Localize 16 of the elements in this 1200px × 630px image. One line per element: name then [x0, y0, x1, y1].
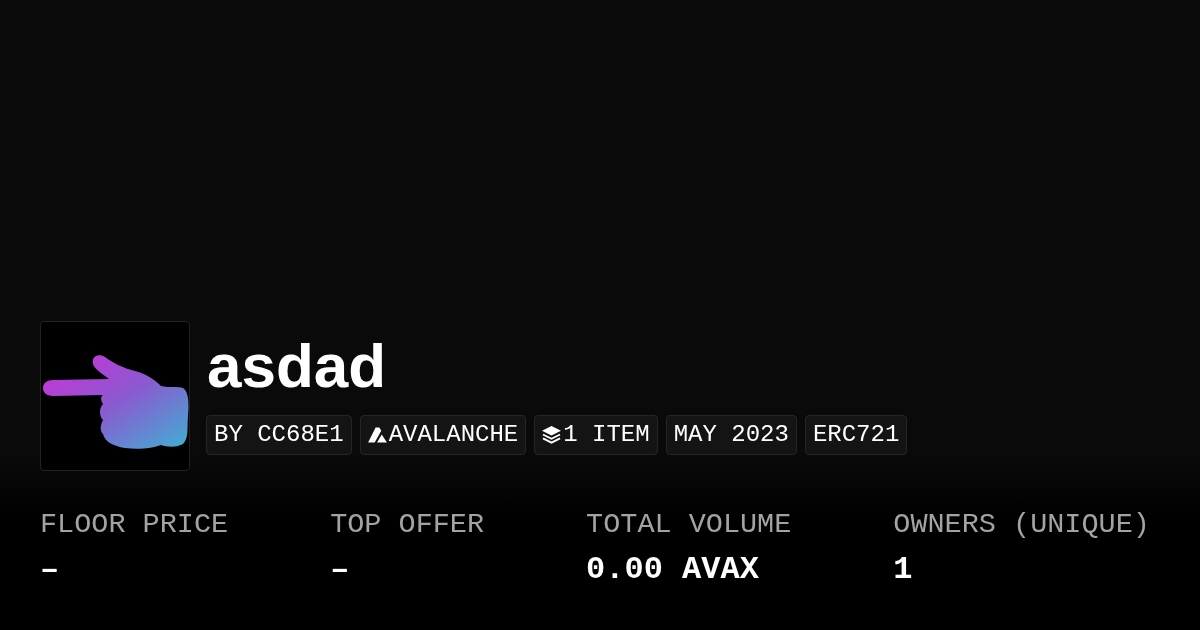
stat-value: – [40, 553, 61, 586]
stat-label: FLOOR PRICE [40, 511, 229, 540]
avalanche-logo-icon [367, 427, 387, 443]
tag-label: BY CC68E1 [214, 423, 344, 447]
stat-value: 0.00 AVAX [586, 553, 760, 586]
stat-label: TOTAL VOLUME [586, 511, 792, 540]
tag-label: MAY 2023 [673, 423, 789, 447]
tag-label: ERC721 [812, 423, 900, 447]
stat-label: OWNERS (UNIQUE) [893, 511, 1150, 540]
layers-icon [542, 426, 562, 444]
stat-value: – [330, 553, 351, 586]
tag-label: 1 ITEM [563, 423, 650, 447]
stat-value: 1 [893, 553, 914, 586]
collection-title: asdad [206, 330, 387, 401]
tag-label: AVALANCHE [388, 423, 519, 447]
stat-label: TOP OFFER [330, 511, 485, 540]
